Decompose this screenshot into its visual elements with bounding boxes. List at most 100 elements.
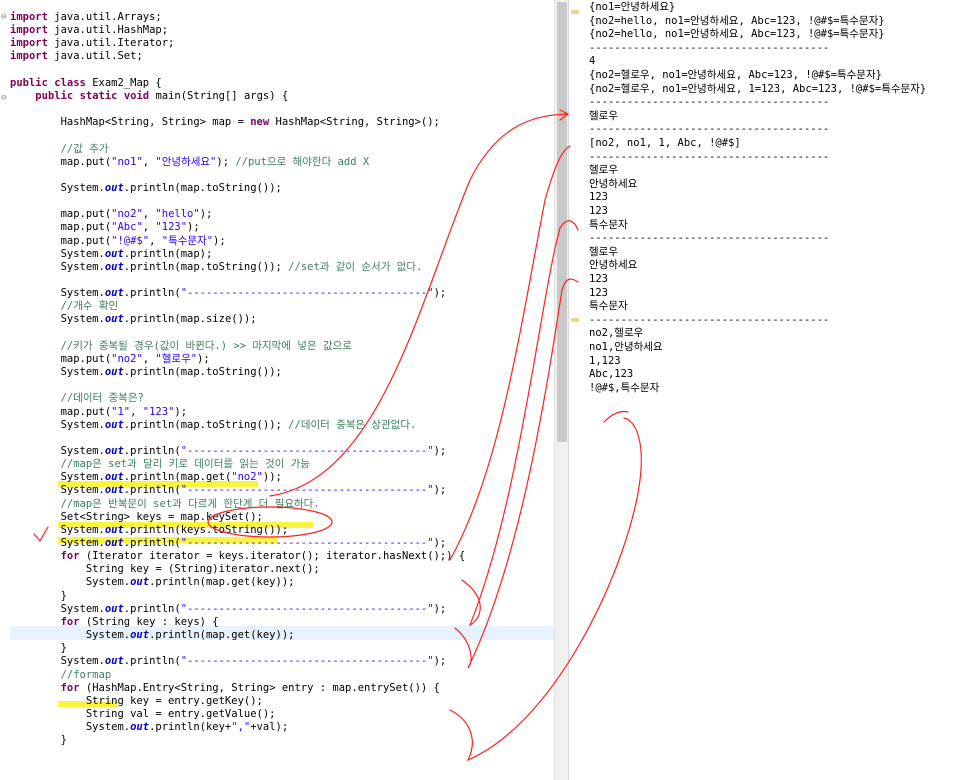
code-line[interactable]: System.out.println("--------------------… xyxy=(10,537,447,549)
code-line[interactable]: for (Iterator iterator = keys.iterator()… xyxy=(10,550,466,563)
code-line[interactable]: System.out.println(key+","+val); xyxy=(10,721,288,733)
scrollbar-thumb[interactable] xyxy=(557,2,567,442)
code-line[interactable]: String key = entry.getKey(); xyxy=(10,695,263,707)
code-line[interactable]: map.put("no2", "헬로우"); xyxy=(10,353,210,365)
code-line[interactable]: //값 추가 xyxy=(10,143,109,155)
code-line[interactable]: System.out.println(map); xyxy=(10,247,213,260)
code-line[interactable]: System.out.println("--------------------… xyxy=(10,484,447,496)
console-line: 안녕하세요 xyxy=(589,259,638,272)
overview-marker xyxy=(571,318,579,322)
code-token: System. xyxy=(10,629,131,642)
code-line[interactable]: Set<String> keys = map.keySet(); xyxy=(10,511,263,523)
code-token: "no2" xyxy=(111,352,143,365)
code-line[interactable]: map.put("no1", "안녕하세요"); //put으로 해야한다 ad… xyxy=(10,155,370,168)
code-line[interactable]: map.put("1", "123"); xyxy=(10,406,187,418)
console-line: -------------------------------------- xyxy=(589,313,830,326)
code-line[interactable]: map.put("no2", "hello"); xyxy=(10,208,213,221)
code-line[interactable]: String key = (String)iterator.next(); xyxy=(10,563,320,575)
console-output[interactable]: {no1=안녕하세요} {no2=hello, no1=안녕하세요, Abc=12… xyxy=(568,0,966,780)
code-editor[interactable]: ⊖ ⊖ import java.util.Arrays; import java.… xyxy=(0,0,554,780)
code-token: "!@#$" xyxy=(111,234,150,247)
overview-marker xyxy=(571,10,579,14)
editor-scrollbar[interactable] xyxy=(554,0,568,780)
console-line: -------------------------------------- xyxy=(589,123,830,136)
code-token: ); xyxy=(433,537,447,549)
code-line[interactable]: import java.util.Arrays; xyxy=(10,11,162,23)
code-line[interactable]: System.out.println(map.get(key)); xyxy=(10,576,295,588)
code-line[interactable]: System.out.println(map.toString()); //se… xyxy=(10,260,423,273)
code-line[interactable]: } xyxy=(10,642,67,654)
code-line[interactable]: } xyxy=(10,734,67,746)
fold-collapse-icon[interactable]: ⊖ xyxy=(1,12,6,22)
code-line[interactable]: System.out.println(keys.toString()); xyxy=(10,524,289,536)
code-line[interactable]: //map은 반복문이 set과 다르게 한단계 더 필요하다. xyxy=(10,498,320,510)
code-line[interactable]: import java.util.Set; xyxy=(10,50,143,62)
code-token: import xyxy=(10,50,48,63)
code-token: "--------------------------------------" xyxy=(180,444,434,457)
code-token: for xyxy=(60,550,80,563)
code-line[interactable]: System.out.println(map.toString()); xyxy=(10,366,282,378)
code-line[interactable]: //데이터 중복은? xyxy=(10,392,144,404)
code-token: java.util.Arrays; xyxy=(47,11,162,23)
code-token: , xyxy=(142,221,156,234)
code-line[interactable]: //formap xyxy=(10,669,112,681)
code-token: out xyxy=(104,471,124,484)
code-token: System. xyxy=(10,247,105,260)
console-line: -------------------------------------- xyxy=(589,150,830,163)
code-token: .println( xyxy=(123,287,181,300)
code-line[interactable]: for (HashMap.Entry<String, String> entry… xyxy=(10,682,440,694)
code-token: "1" xyxy=(111,405,131,418)
code-token: ); xyxy=(199,208,213,221)
code-token: , xyxy=(142,155,156,168)
code-line[interactable]: System.out.println("--------------------… xyxy=(10,602,447,615)
code-token: ); xyxy=(433,602,447,615)
code-token: out xyxy=(104,260,124,273)
console-line: 123 xyxy=(589,273,608,285)
code-line[interactable]: //map은 set과 달리 키로 데이터를 읽는 것이 가능 xyxy=(10,458,310,470)
code-token: ); xyxy=(197,352,210,365)
code-line[interactable]: //개수 확인 xyxy=(10,300,119,312)
code-line[interactable]: } xyxy=(10,590,67,602)
code-token: "123" xyxy=(142,405,175,418)
code-token: .println(map.get(key)); xyxy=(149,629,295,642)
code-token: System. xyxy=(10,260,105,273)
code-line[interactable]: System.out.println("--------------------… xyxy=(10,287,447,300)
code-line[interactable]: System.out.println(map.get("no2")); xyxy=(10,471,282,483)
code-line[interactable]: import java.util.Iterator; xyxy=(10,37,174,49)
code-line[interactable]: System.out.println(map.toString()); //데이… xyxy=(10,419,417,431)
console-line: 헬로우 xyxy=(589,164,618,177)
code-token: //set과 같이 순서가 없다. xyxy=(288,260,423,273)
code-line[interactable]: String val = entry.getValue(); xyxy=(10,708,276,720)
console-line: {no2=헬로우, no1=안녕하세요, Abc=123, !@#$=특수문자} xyxy=(589,69,882,81)
fold-collapse-icon[interactable]: ⊖ xyxy=(1,93,6,103)
code-line[interactable]: System.out.println("--------------------… xyxy=(10,655,447,667)
code-token: Exam2_Map { xyxy=(85,76,162,89)
console-line: 4 xyxy=(589,55,596,68)
code-token: ); xyxy=(213,234,226,247)
code-line[interactable]: //키가 중복될 경우(값이 바뀐다.) >> 마지막에 넣은 값으로 xyxy=(10,340,352,352)
code-line[interactable]: System.out.println(map.size()); xyxy=(10,313,257,325)
code-token: System. xyxy=(10,721,131,734)
code-line[interactable]: System.out.println(map.toString()); xyxy=(10,182,282,194)
code-token: import xyxy=(10,11,48,23)
code-token: +val); xyxy=(250,721,289,734)
code-token: map.put( xyxy=(10,208,112,221)
code-line[interactable]: HashMap<String, String> map = new HashMa… xyxy=(10,116,440,128)
code-token: import xyxy=(10,24,48,37)
code-line[interactable]: map.put("!@#$", "특수문자"); xyxy=(10,235,226,247)
code-line[interactable]: for (String key : keys) { xyxy=(10,616,219,628)
code-token: java.util.Iterator; xyxy=(47,37,175,50)
code-line[interactable]: map.put("Abc", "123"); xyxy=(10,221,200,233)
code-line[interactable]: public class Exam2_Map { xyxy=(10,77,162,89)
code-token: out xyxy=(104,537,124,549)
code-line[interactable]: System.out.println(map.get(key)); xyxy=(10,629,295,642)
code-token: out xyxy=(130,629,150,642)
code-token: (Iterator iterator = keys.iterator(); it… xyxy=(79,550,466,563)
console-line: 123 xyxy=(589,286,608,299)
code-line[interactable]: import java.util.HashMap; xyxy=(10,24,168,36)
console-line: 헬로우 xyxy=(589,245,618,258)
code-line[interactable]: public static void main(String[] args) { xyxy=(10,90,288,102)
console-line: {no2=hello, no1=안녕하세요, Abc=123, !@#$=특수문… xyxy=(589,14,885,27)
code-line[interactable]: System.out.println("--------------------… xyxy=(10,444,447,457)
